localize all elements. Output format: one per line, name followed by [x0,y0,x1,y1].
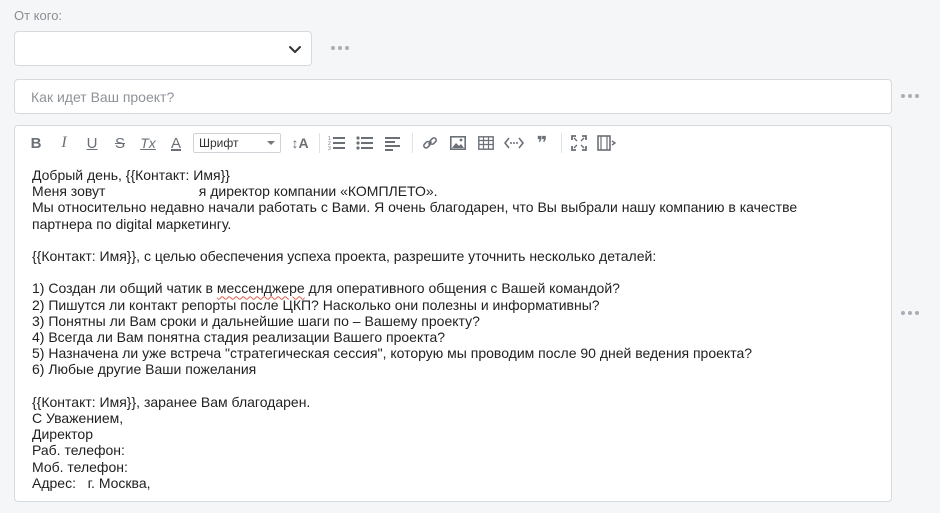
body-line: 3) Понятны ли Вам сроки и дальнейшие шаг… [32,312,480,329]
body-line: Моб. телефон: [32,458,128,475]
body-line: 1) Создан ли общий чатик в мессенджере д… [32,280,872,296]
misspelled-word[interactable]: мессенджере [217,280,305,296]
body-line: Адрес: г. Москва, [32,474,151,491]
source-view-icon [597,135,617,151]
link-button[interactable] [419,132,441,154]
source-view-button[interactable] [596,132,618,154]
align-left-icon [385,137,400,151]
body-line: Меня зовут я директор компании «КОМПЛЕТО… [32,183,438,200]
body-line [32,378,872,394]
ordered-list-icon: 123 [328,136,345,151]
body-line-part: для оперативного общения с Вашей командо… [304,280,620,297]
image-icon [450,136,466,150]
strikethrough-icon: S [114,134,125,152]
caret-down-icon [267,141,275,145]
code-icon [504,137,524,149]
bulleted-list-button[interactable] [354,132,376,154]
quote-icon: ❞ [536,132,548,153]
body-line: Раб. телефон: [32,442,125,459]
font-family-select[interactable]: Шрифт [193,133,281,153]
body-line: 4) Всегда ли Вам понятна стадия реализац… [32,329,446,345]
body-line: 2) Пишутся ли контакт репорты после ЦКП?… [32,296,600,313]
from-label: От кого: [14,8,63,23]
clear-format-button[interactable]: Tx [137,132,159,154]
toolbar-divider [561,133,562,153]
body-line: партнера по digital маркетингу. [32,215,232,232]
body-line: 6) Любые другие Ваши пожелания [32,361,257,378]
fullscreen-icon [571,135,587,151]
message-editor[interactable]: B I U S Tx A Шрифт ↕A 123 ❞ Добрый день,… [14,125,892,502]
bulleted-list-icon [356,136,373,150]
svg-text:3: 3 [328,146,331,151]
body-line: {{Контакт: Имя}}, заранее Вам благодарен… [32,393,311,410]
body-line: 5) Назначена ли уже встреча "стратегичес… [32,345,753,362]
body-line: С Уважением, [32,410,124,426]
image-button[interactable] [447,132,469,154]
from-more-icon[interactable] [331,46,349,50]
chevron-down-icon [289,46,301,53]
body-line: Мы относительно недавно начали работать … [32,199,798,216]
subject-more-icon[interactable] [901,94,919,98]
underline-button[interactable]: U [81,132,103,154]
table-button[interactable] [475,132,497,154]
body-line-part: 1) Создан ли общий чатик в [32,280,217,297]
font-color-button[interactable]: A [165,132,187,154]
bold-icon: B [30,134,42,152]
body-line [32,264,872,280]
code-button[interactable] [503,132,525,154]
body-line: {{Контакт: Имя}}, с целью обеспечения ус… [32,248,657,264]
fullscreen-button[interactable] [568,132,590,154]
italic-button[interactable]: I [53,132,75,154]
link-icon [423,137,437,149]
font-size-icon: ↕A [291,135,309,151]
underline-icon: U [86,134,98,152]
toolbar-divider [319,133,320,153]
bold-button[interactable]: B [25,132,47,154]
strikethrough-button[interactable]: S [109,132,131,154]
table-icon [478,136,494,150]
editor-toolbar: B I U S Tx A Шрифт ↕A 123 ❞ [25,132,624,154]
quote-button[interactable]: ❞ [531,132,553,154]
subject-field[interactable] [14,79,892,114]
from-select[interactable] [14,31,312,66]
body-line: Директор [32,426,93,443]
clear-format-icon: Tx [140,135,156,151]
body-line: Добрый день, {{Контакт: Имя}} [32,167,230,183]
font-select-value: Шрифт [199,136,239,150]
font-size-button[interactable]: ↕A [289,132,311,154]
body-line [32,232,872,248]
align-button[interactable] [382,132,404,154]
font-color-icon: A [170,134,181,152]
editor-more-icon[interactable] [901,311,919,315]
italic-icon: I [61,134,67,151]
message-body[interactable]: Добрый день, {{Контакт: Имя}} Меня зовут… [32,167,872,491]
toolbar-divider [412,133,413,153]
subject-input[interactable] [31,88,871,106]
ordered-list-button[interactable]: 123 [326,132,348,154]
